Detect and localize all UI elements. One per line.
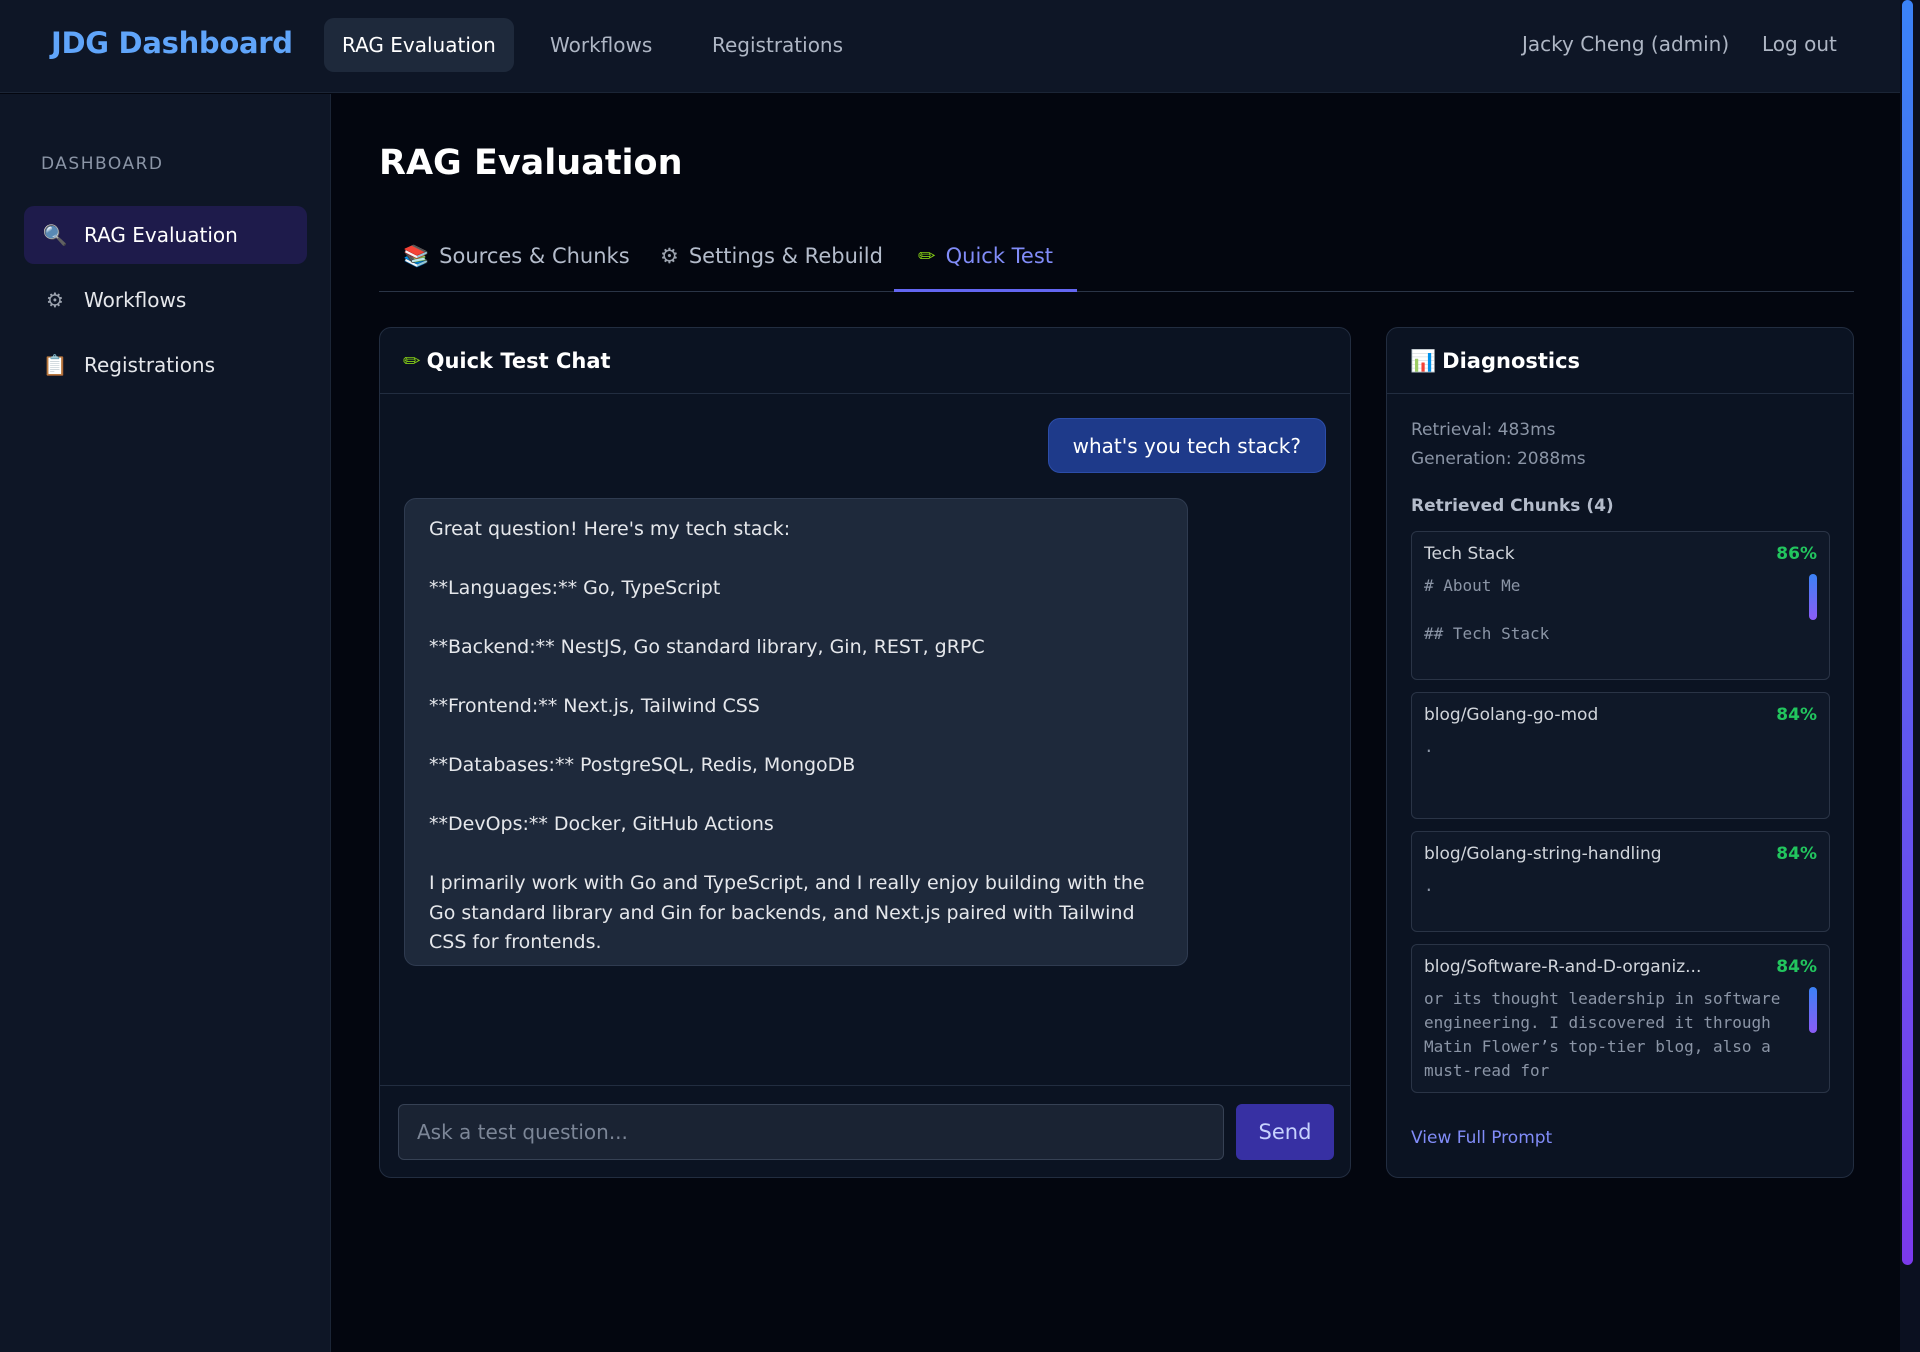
chunk-text: # About Me ## Tech Stack [1424, 576, 1550, 643]
bar-chart-icon: 📊 [1410, 349, 1437, 373]
gear-icon: ⚙ [46, 288, 64, 312]
chunk-name: blog/Software-R-and-D-organiz... [1424, 957, 1702, 977]
books-icon: 📚 [403, 244, 430, 268]
top-nav: JDG Dashboard RAG Evaluation Workflows R… [0, 0, 1920, 93]
chat-input[interactable] [398, 1104, 1224, 1160]
chunk-score: 86% [1776, 544, 1817, 564]
chunk-score: 84% [1776, 957, 1817, 977]
chunk-card[interactable]: blog/Golang-go-mod 84% . [1411, 692, 1830, 819]
chat-input-bar: Send [380, 1085, 1350, 1177]
sidebar-item-label: Workflows [84, 288, 187, 312]
diagnostics-header: 📊 Diagnostics [1387, 328, 1853, 394]
tab-label: Quick Test [945, 244, 1054, 268]
nav-tab-registrations[interactable]: Registrations [694, 18, 861, 72]
message-paragraph: I primarily work with Go and TypeScript,… [429, 872, 1145, 953]
sidebar-item-label: RAG Evaluation [84, 223, 238, 247]
sidebar-item-workflows[interactable]: ⚙ Workflows [24, 271, 307, 329]
chunk-text: . [1424, 876, 1434, 895]
chunk-text: or its thought leadership in software en… [1424, 989, 1791, 1080]
magnifier-icon: 🔍 [42, 223, 68, 247]
assistant-message: Great question! Here's my tech stack: **… [404, 498, 1188, 966]
message-paragraph: **Databases:** PostgreSQL, Redis, MongoD… [429, 754, 856, 776]
tab-label: Settings & Rebuild [688, 244, 883, 268]
current-user: Jacky Cheng (admin) [1522, 32, 1730, 56]
chunk-name: blog/Golang-go-mod [1424, 705, 1599, 725]
logout-link[interactable]: Log out [1762, 32, 1837, 56]
sidebar-heading: DASHBOARD [41, 154, 164, 174]
quick-test-chat-panel: ✏ Quick Test Chat what's you tech stack? … [379, 327, 1351, 1178]
retrieval-time: Retrieval: 483ms [1411, 420, 1556, 440]
gear-icon: ⚙ [660, 244, 679, 268]
tab-bar: 📚 Sources & Chunks ⚙ Settings & Rebuild ✏ Q… [379, 232, 1854, 292]
pencil-icon: ✏ [403, 349, 421, 373]
user-message: what's you tech stack? [1047, 418, 1326, 473]
message-paragraph: **Frontend:** Next.js, Tailwind CSS [429, 695, 760, 717]
generation-time: Generation: 2088ms [1411, 449, 1586, 469]
message-paragraph: Great question! Here's my tech stack: [429, 518, 791, 540]
message-paragraph: **Backend:** NestJS, Go standard library… [429, 636, 985, 658]
sidebar-item-label: Registrations [84, 353, 216, 377]
sidebar-item-registrations[interactable]: 📋 Registrations [24, 336, 307, 394]
chat-panel-title: Quick Test Chat [426, 349, 611, 373]
send-button[interactable]: Send [1236, 1104, 1334, 1160]
tab-quick-test[interactable]: ✏ Quick Test [894, 232, 1078, 292]
chunk-text: . [1424, 737, 1434, 756]
chunk-score: 84% [1776, 705, 1817, 725]
view-full-prompt-link[interactable]: View Full Prompt [1411, 1128, 1552, 1148]
retrieved-chunks-heading: Retrieved Chunks (4) [1411, 496, 1614, 516]
nav-tab-workflows[interactable]: Workflows [532, 18, 670, 72]
pencil-icon: ✏ [918, 244, 936, 268]
message-paragraph: **DevOps:** Docker, GitHub Actions [429, 813, 774, 835]
page-scrollbar-thumb[interactable] [1902, 0, 1913, 1265]
message-paragraph: **Languages:** Go, TypeScript [429, 577, 721, 599]
diagnostics-title: Diagnostics [1442, 349, 1581, 373]
chunk-scrollbar[interactable] [1809, 987, 1817, 1033]
tab-sources-chunks[interactable]: 📚 Sources & Chunks [379, 232, 654, 292]
tab-settings-rebuild[interactable]: ⚙ Settings & Rebuild [636, 232, 907, 292]
diagnostics-panel: 📊 Diagnostics Retrieval: 483ms Generation… [1386, 327, 1854, 1178]
chat-panel-header: ✏ Quick Test Chat [380, 328, 1350, 394]
sidebar-item-rag-evaluation[interactable]: 🔍 RAG Evaluation [24, 206, 307, 264]
sidebar: DASHBOARD 🔍 RAG Evaluation ⚙ Workflows 📋… [0, 94, 331, 1352]
chunk-card[interactable]: Tech Stack 86% # About Me ## Tech Stack [1411, 531, 1830, 680]
chunk-scrollbar[interactable] [1809, 574, 1817, 620]
page-title: RAG Evaluation [379, 143, 683, 183]
chunk-score: 84% [1776, 844, 1817, 864]
chunk-card[interactable]: blog/Software-R-and-D-organiz... 84% or … [1411, 944, 1830, 1093]
nav-tab-rag-evaluation[interactable]: RAG Evaluation [324, 18, 514, 72]
clipboard-icon: 📋 [42, 353, 68, 377]
chunk-name: blog/Golang-string-handling [1424, 844, 1662, 864]
chunk-name: Tech Stack [1424, 544, 1515, 564]
brand-logo[interactable]: JDG Dashboard [51, 26, 293, 60]
tab-label: Sources & Chunks [439, 244, 630, 268]
chunk-card[interactable]: blog/Golang-string-handling 84% . [1411, 831, 1830, 932]
